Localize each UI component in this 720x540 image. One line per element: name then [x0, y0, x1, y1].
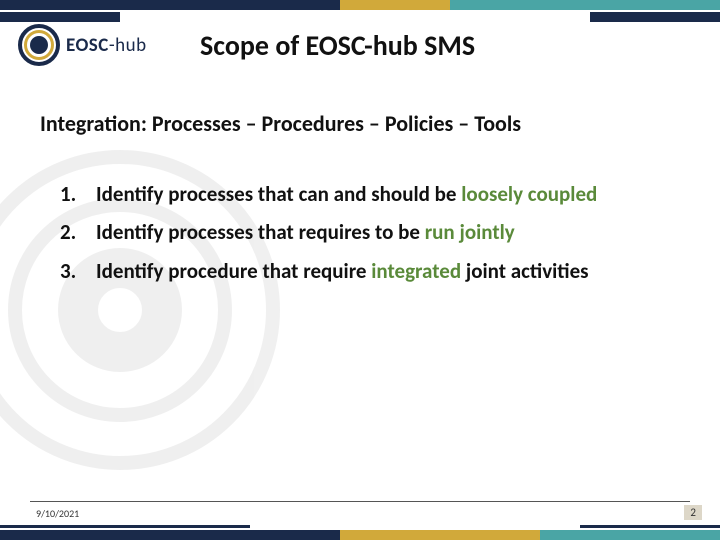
slide: EOSC-hub Scope of EOSC-hub SMS Integrati…: [0, 0, 720, 540]
slide-title: Scope of EOSC-hub SMS: [200, 28, 475, 63]
bottom-stripe-decor: [0, 525, 720, 540]
logo-mark-icon: [18, 24, 60, 66]
accent-text: loosely coupled: [461, 181, 597, 207]
page-number: 2: [684, 505, 702, 520]
list-item: 3. Identify procedure that require integ…: [60, 257, 670, 285]
list-item: 1. Identify processes that can and shoul…: [60, 180, 670, 208]
accent-text: integrated: [371, 258, 461, 284]
list-number: 3.: [60, 257, 96, 285]
numbered-list: 1. Identify processes that can and shoul…: [60, 180, 670, 295]
list-text: Identify processes that can and should b…: [96, 180, 670, 208]
slide-subtitle: Integration: Processes – Procedures – Po…: [40, 110, 521, 137]
top-stripe-decor: [0, 0, 720, 16]
logo-text: EOSC-hub: [66, 34, 147, 57]
footer-date: 9/10/2021: [36, 507, 79, 520]
list-text: Identify processes that requires to be r…: [96, 218, 670, 246]
list-number: 1.: [60, 180, 96, 208]
accent-text: run jointly: [425, 219, 515, 245]
list-item: 2. Identify processes that requires to b…: [60, 218, 670, 246]
footer-divider: [30, 501, 690, 502]
list-text: Identify procedure that require integrat…: [96, 257, 670, 285]
eosc-hub-logo: EOSC-hub: [18, 24, 147, 66]
list-number: 2.: [60, 218, 96, 246]
